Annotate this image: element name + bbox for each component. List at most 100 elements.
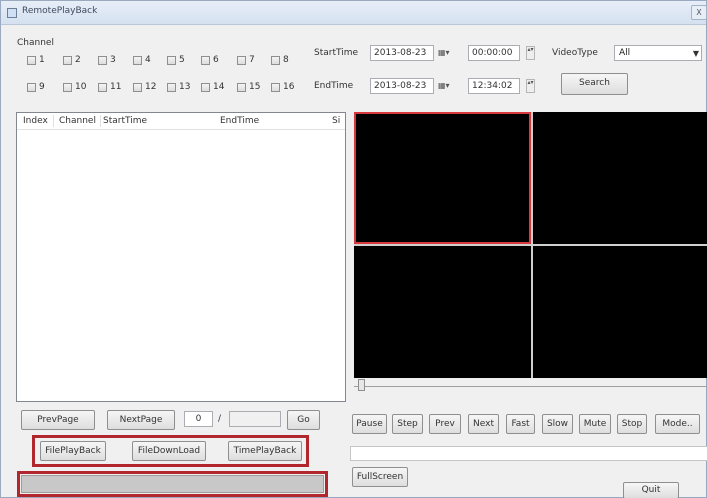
channel-checkbox-6[interactable]: 6 [201, 54, 219, 66]
channel-checkbox-9[interactable]: 9 [27, 81, 45, 93]
column-size[interactable]: Si [332, 116, 340, 126]
chevron-down-icon: ▼ [692, 49, 699, 58]
title-bar: RemotePlayBack X [1, 1, 707, 25]
column-divider[interactable] [100, 115, 101, 127]
channel-checkbox-3[interactable]: 3 [98, 54, 116, 66]
page-separator: / [218, 414, 222, 424]
channel-checkbox-label: 11 [110, 82, 122, 92]
checkbox-box[interactable] [133, 55, 142, 65]
slow-button[interactable]: Slow [542, 414, 573, 434]
channel-checkbox-14[interactable]: 14 [201, 81, 224, 93]
channel-checkbox-5[interactable]: 5 [167, 54, 185, 66]
file-download-button[interactable]: FileDownLoad [132, 441, 206, 461]
channel-checkbox-15[interactable]: 15 [237, 81, 260, 93]
close-button[interactable]: X [691, 5, 707, 20]
checkbox-box[interactable] [271, 82, 280, 92]
total-pages-field [229, 411, 281, 427]
channel-checkbox-12[interactable]: 12 [133, 81, 156, 93]
channel-checkbox-label: 2 [75, 55, 81, 65]
column-channel[interactable]: Channel [59, 116, 96, 126]
fullscreen-button[interactable]: FullScreen [352, 467, 408, 487]
fast-button[interactable]: Fast [506, 414, 535, 434]
slider-thumb[interactable] [358, 379, 365, 391]
checkbox-box[interactable] [98, 82, 107, 92]
column-index[interactable]: Index [23, 116, 48, 126]
checkbox-box[interactable] [98, 55, 107, 65]
remote-playback-window: RemotePlayBack X Channel 1 2 3 4 5 6 7 8 9 10 11 12… [0, 0, 707, 498]
channel-checkbox-label: 1 [39, 55, 45, 65]
checkbox-box[interactable] [237, 82, 246, 92]
checkbox-box[interactable] [237, 55, 246, 65]
channel-checkbox-label: 7 [249, 55, 255, 65]
column-start-time[interactable]: StartTime [103, 116, 147, 126]
video-type-select[interactable]: All ▼ [614, 45, 702, 61]
channel-checkbox-2[interactable]: 2 [63, 54, 81, 66]
start-date-field[interactable]: 2013-08-23 [370, 45, 434, 61]
next-page-button[interactable]: NextPage [107, 410, 175, 430]
end-date-calendar-button[interactable]: ▦▾ [438, 79, 456, 93]
mode-button[interactable]: Mode.. [655, 414, 700, 434]
checkbox-box[interactable] [201, 55, 210, 65]
channel-checkbox-7[interactable]: 7 [237, 54, 255, 66]
video-pane-4[interactable] [533, 246, 707, 378]
channel-checkbox-label: 12 [145, 82, 157, 92]
checkbox-box[interactable] [167, 55, 176, 65]
prev-page-button[interactable]: PrevPage [21, 410, 95, 430]
checkbox-box[interactable] [133, 82, 142, 92]
playback-status-bar [350, 446, 707, 461]
checkbox-box[interactable] [27, 82, 36, 92]
mute-button[interactable]: Mute [579, 414, 611, 434]
quit-button[interactable]: Quit [623, 482, 679, 498]
end-time-spinner[interactable]: ▴▾ [526, 79, 535, 93]
next-button[interactable]: Next [468, 414, 499, 434]
channel-checkbox-1[interactable]: 1 [27, 54, 45, 66]
channel-checkbox-10[interactable]: 10 [63, 81, 86, 93]
channel-checkbox-label: 16 [283, 82, 295, 92]
search-button[interactable]: Search [561, 73, 628, 95]
video-pane-3[interactable] [354, 246, 531, 378]
prev-button[interactable]: Prev [429, 414, 461, 434]
checkbox-box[interactable] [167, 82, 176, 92]
start-date-calendar-button[interactable]: ▦▾ [438, 46, 456, 60]
channel-checkbox-4[interactable]: 4 [133, 54, 151, 66]
channel-checkbox-13[interactable]: 13 [167, 81, 190, 93]
checkbox-box[interactable] [63, 55, 72, 65]
video-pane-2[interactable] [533, 112, 707, 244]
channel-checkbox-label: 13 [179, 82, 191, 92]
video-type-label: VideoType [552, 48, 598, 58]
download-progress-bar [21, 475, 324, 493]
channel-checkbox-16[interactable]: 16 [271, 81, 294, 93]
end-date-field[interactable]: 2013-08-23 [370, 78, 434, 94]
checkbox-box[interactable] [201, 82, 210, 92]
checkbox-box[interactable] [27, 55, 36, 65]
channel-checkbox-label: 5 [179, 55, 185, 65]
time-playback-button[interactable]: TimePlayBack [228, 441, 302, 461]
start-time-spinner[interactable]: ▴▾ [526, 46, 535, 60]
end-time-label: EndTime [314, 81, 354, 91]
checkbox-box[interactable] [271, 55, 280, 65]
column-divider[interactable] [53, 115, 54, 127]
channel-checkbox-label: 8 [283, 55, 289, 65]
end-time-field[interactable]: 12:34:02 [468, 78, 520, 94]
file-list-header: Index Channel StartTime EndTime Si [17, 113, 345, 130]
step-button[interactable]: Step [392, 414, 423, 434]
file-playback-button[interactable]: FilePlayBack [40, 441, 106, 461]
channel-checkbox-label: 10 [75, 82, 87, 92]
channel-checkbox-label: 9 [39, 82, 45, 92]
playback-progress-slider[interactable] [354, 381, 707, 387]
pause-button[interactable]: Pause [352, 414, 387, 434]
stop-button[interactable]: Stop [617, 414, 647, 434]
start-time-label: StartTime [314, 48, 359, 58]
column-end-time[interactable]: EndTime [220, 116, 259, 126]
channel-checkbox-label: 15 [249, 82, 261, 92]
current-page-field[interactable]: 0 [184, 411, 213, 427]
channel-checkbox-8[interactable]: 8 [271, 54, 289, 66]
channel-label: Channel [17, 38, 54, 48]
video-pane-1[interactable] [354, 112, 531, 244]
start-time-field[interactable]: 00:00:00 [468, 45, 520, 61]
channel-checkbox-11[interactable]: 11 [98, 81, 121, 93]
video-grid [354, 112, 707, 378]
checkbox-box[interactable] [63, 82, 72, 92]
go-button[interactable]: Go [287, 410, 320, 430]
file-list[interactable]: Index Channel StartTime EndTime Si [16, 112, 346, 402]
